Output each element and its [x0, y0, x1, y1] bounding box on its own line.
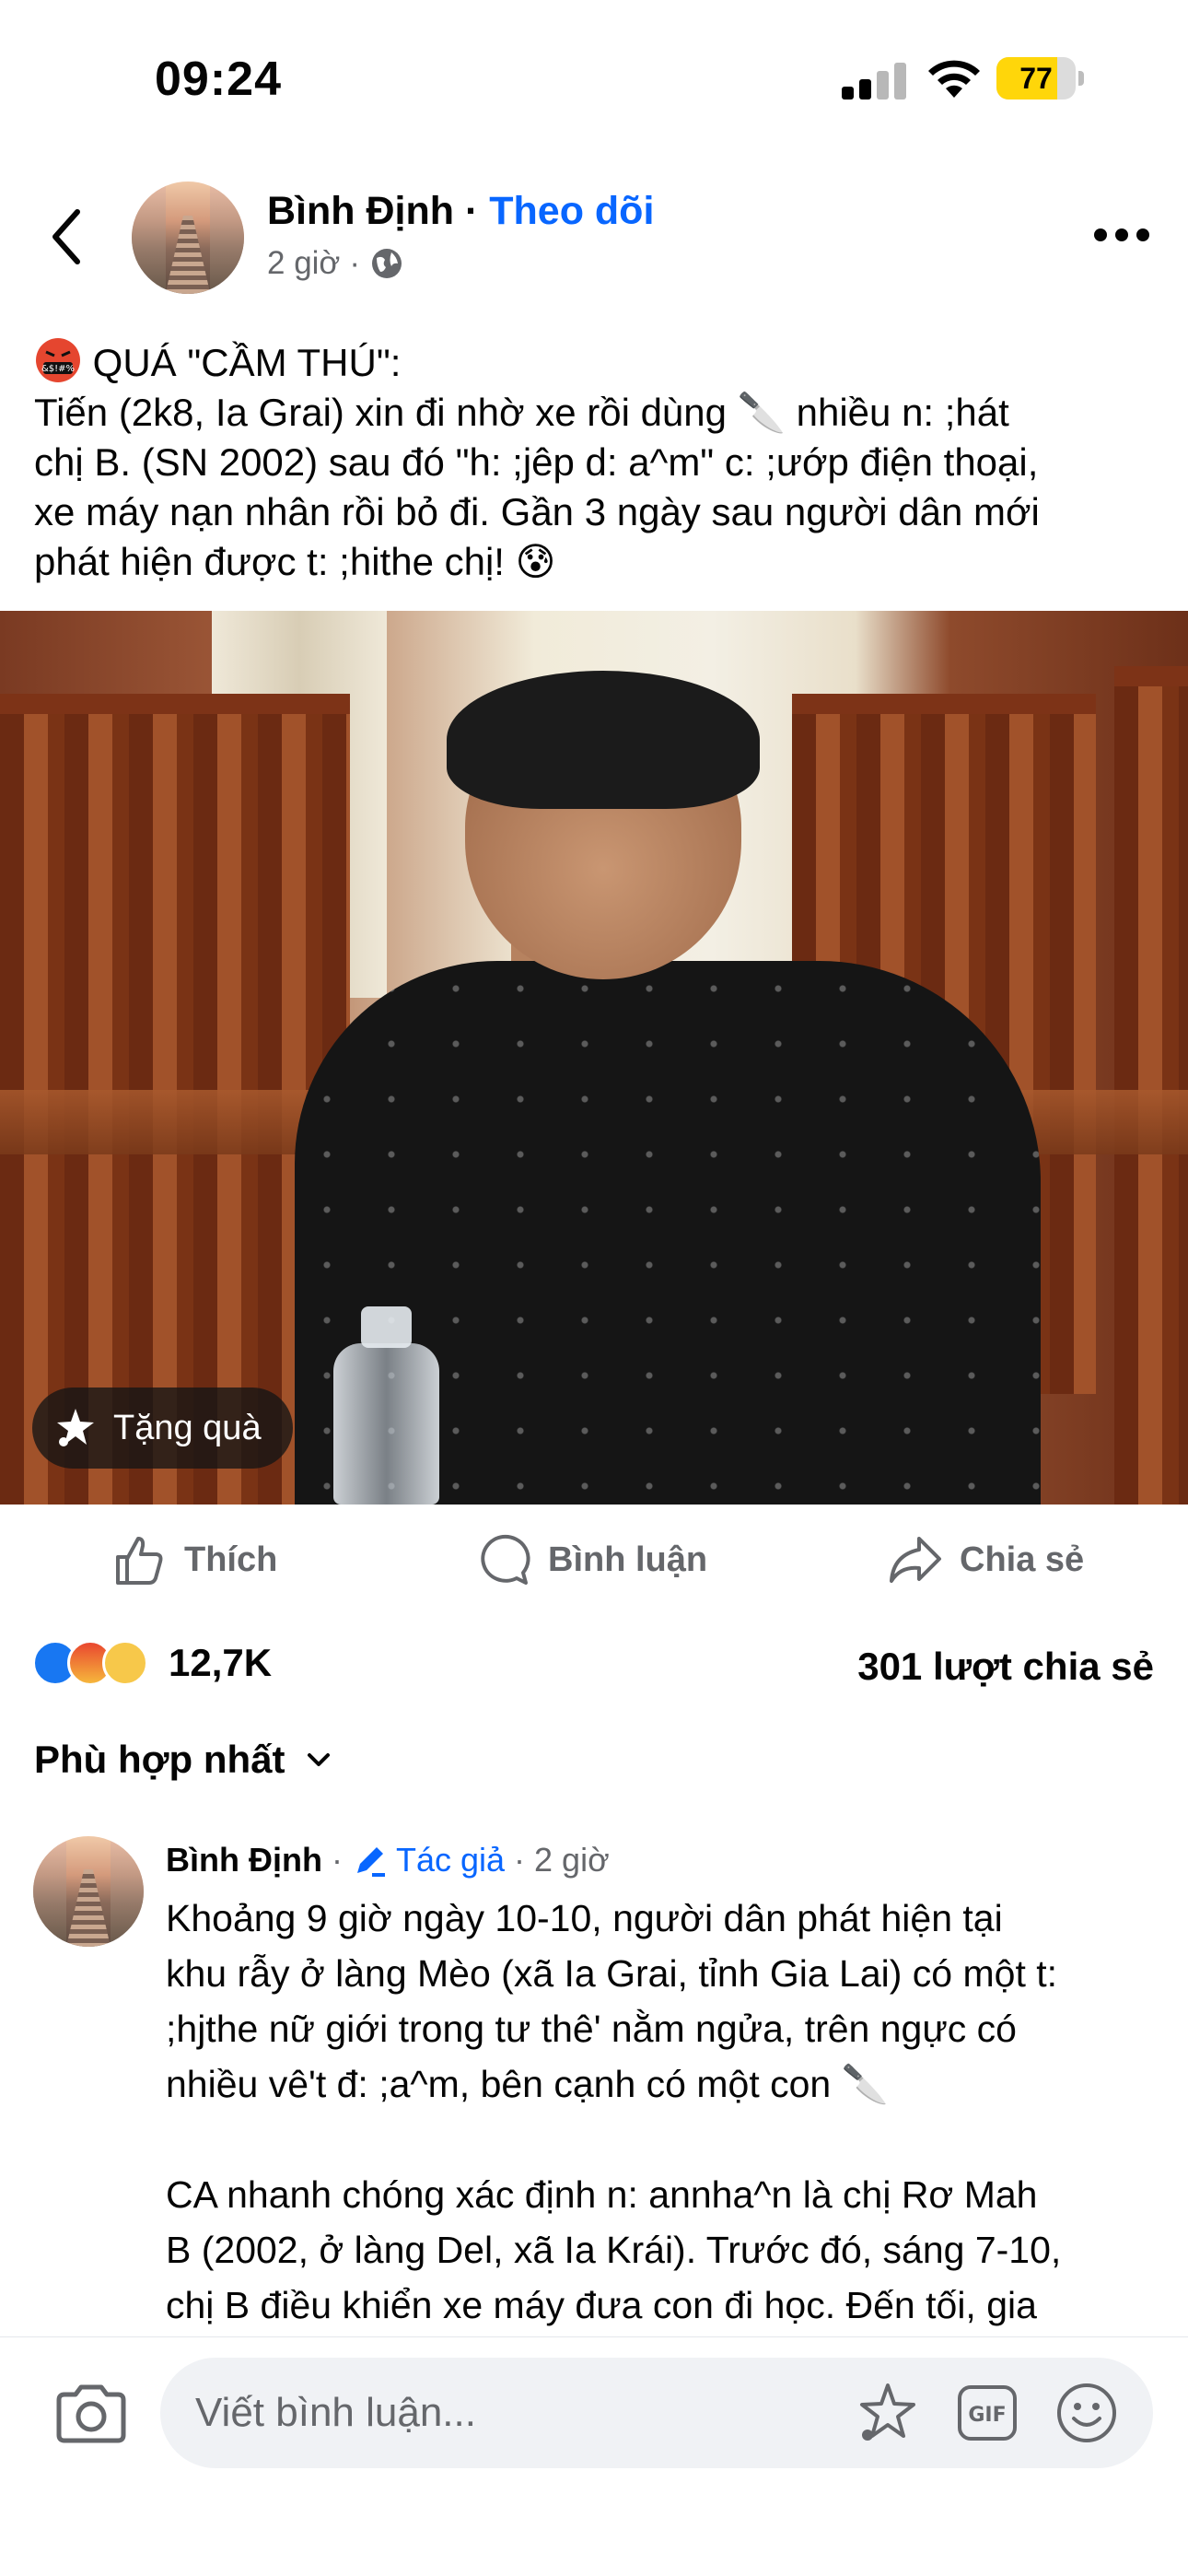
post-caption: &$!#% QUÁ "CẦM THÚ": Tiến (2k8, Ia Grai)…: [34, 336, 1162, 587]
caption-line: chị B. (SN 2002) sau đó "h: ;jêp d: a^m"…: [34, 440, 1039, 484]
page-avatar[interactable]: [132, 181, 244, 294]
post-photo[interactable]: Tặng quà: [0, 611, 1188, 1505]
comment-input[interactable]: Viết bình luận... GIF: [160, 2358, 1153, 2468]
share-count[interactable]: 301 lượt chia sẻ: [857, 1645, 1154, 1689]
comment-line: CA nhanh chóng xác định n: annha^n là ch…: [166, 2173, 1038, 2216]
reaction-summary[interactable]: 12,7K: [32, 1640, 272, 1686]
comment-time: 2 giờ: [534, 1841, 610, 1879]
caption-line: xe máy nạn nhân rồi bỏ đi. Gần 3 ngày sa…: [34, 490, 1040, 533]
comment-header: Bình Định · Tác giả · 2 giờ: [166, 1841, 610, 1879]
battery-indicator: 77: [996, 57, 1084, 100]
share-button[interactable]: Chia sẻ: [886, 1518, 1084, 1601]
chevron-down-icon: [307, 1753, 330, 1766]
caption-line: &$!#% QUÁ "CẦM THÚ":: [34, 336, 1162, 388]
author-badge: Tác giả: [352, 1841, 505, 1879]
share-arrow-icon: [890, 1537, 941, 1583]
wifi-icon: [928, 60, 980, 98]
comment-placeholder: Viết bình luận...: [195, 2390, 476, 2435]
post-time: 2 giờ: [267, 245, 341, 281]
comment-line: khu rẫy ở làng Mèo (xã Ia Grai, tỉnh Gia…: [166, 1952, 1058, 1995]
caption-line: phát hiện được t: ;hithe chị! 😰: [34, 540, 556, 583]
comment-bubble-icon: [481, 1534, 530, 1585]
gift-button[interactable]: Tặng quà: [32, 1388, 293, 1469]
gif-icon[interactable]: GIF: [952, 2378, 1022, 2448]
cursing-face-icon: &$!#%: [36, 338, 80, 382]
sort-label: Phù hợp nhất: [34, 1738, 285, 1781]
cellular-signal-icon: [842, 59, 906, 100]
follow-button[interactable]: Theo dõi: [489, 189, 654, 233]
comment-sort-dropdown[interactable]: Phù hợp nhất: [34, 1738, 335, 1782]
caption-line: Tiến (2k8, Ia Grai) xin đi nhờ xe rồi dù…: [34, 391, 1009, 434]
comment-line: B (2002, ở làng Del, xã Ia Krái). Trước …: [166, 2229, 1062, 2271]
sad-reaction-icon: [102, 1640, 148, 1686]
comment-button[interactable]: Bình luận: [474, 1518, 707, 1601]
gift-label: Tặng quà: [113, 1408, 262, 1447]
status-time: 09:24: [155, 53, 282, 106]
comment-author-avatar[interactable]: [33, 1836, 144, 1947]
separator-dot: ·: [464, 189, 479, 233]
globe-icon: [372, 249, 402, 278]
page-name[interactable]: Bình Định: [267, 189, 454, 233]
more-options-icon[interactable]: [1094, 228, 1149, 247]
reaction-count: 12,7K: [169, 1641, 273, 1684]
like-button[interactable]: Thích: [111, 1518, 277, 1601]
svg-text:GIF: GIF: [968, 2404, 1006, 2427]
comment-line: nhiều vê't đ: ;a^m, bên cạnh có một con …: [166, 2063, 889, 2105]
comment-line: ;hjthe nữ giới trong tư thê' nằm ngửa, t…: [166, 2008, 1017, 2050]
svg-text:&$!#%: &$!#%: [41, 364, 75, 374]
gift-star-icon: [57, 1409, 94, 1446]
pencil-icon: [356, 1847, 385, 1877]
comment-author-name[interactable]: Bình Định: [166, 1841, 322, 1879]
back-chevron-icon[interactable]: [44, 205, 90, 269]
comment-line: Khoảng 9 giờ ngày 10-10, người dân phát …: [166, 1897, 1003, 1939]
post-meta: 2 giờ ·: [267, 245, 404, 282]
post-header-title: Bình Định · Theo dõi: [267, 189, 654, 234]
thumbs-up-icon: [116, 1537, 163, 1585]
post-actions: Thích Bình luận Chia sẻ: [0, 1518, 1188, 1601]
comment-composer: Viết bình luận... GIF: [0, 2336, 1188, 2576]
water-bottle: [333, 1306, 439, 1505]
camera-icon[interactable]: [53, 2382, 129, 2446]
comment-line: chị B điều khiển xe máy đưa con đi học. …: [166, 2284, 1037, 2326]
comment-body: Khoảng 9 giờ ngày 10-10, người dân phát …: [166, 1891, 1179, 2333]
meta-dot: ·: [349, 245, 361, 281]
emoji-icon[interactable]: [1052, 2378, 1122, 2448]
avatar-sticker-icon[interactable]: [853, 2378, 923, 2448]
battery-percent: 77: [1019, 62, 1053, 95]
status-bar: 09:24 77: [0, 0, 1188, 157]
